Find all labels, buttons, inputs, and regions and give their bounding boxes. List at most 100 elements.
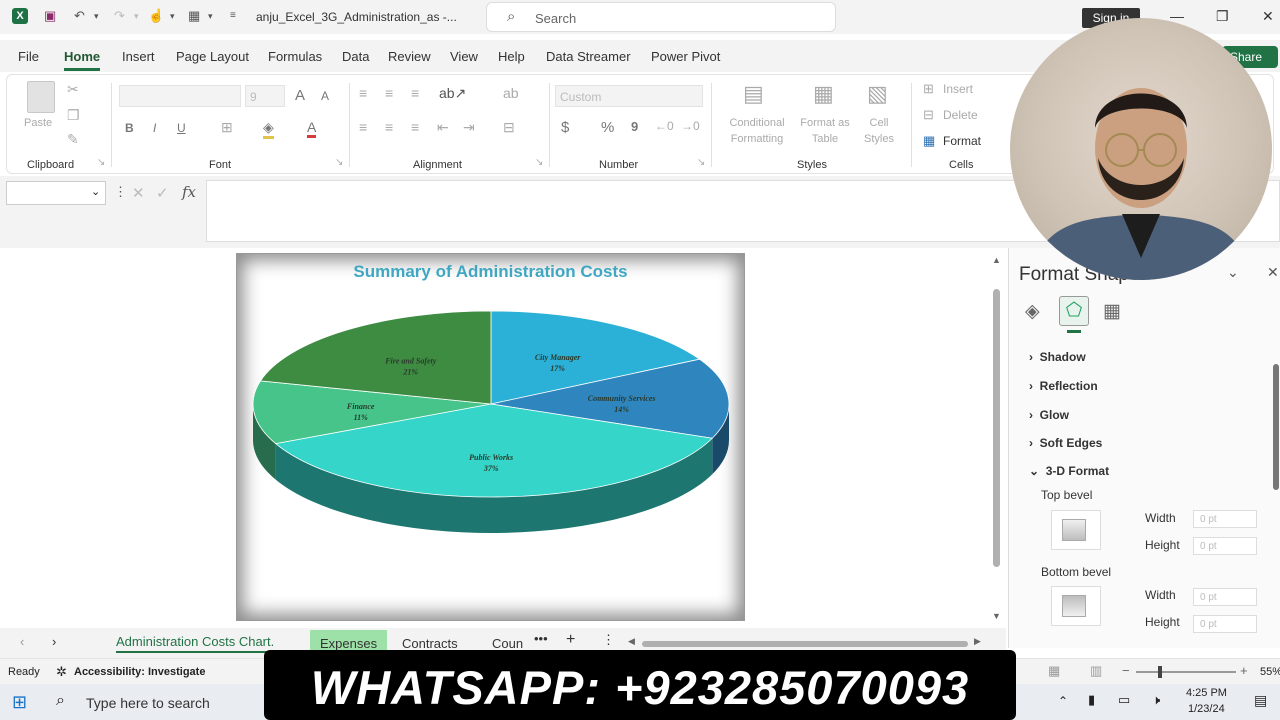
touch-dropdown-icon[interactable]: ▾ <box>170 11 175 22</box>
scroll-down-icon[interactable]: ▼ <box>992 611 1001 621</box>
bottom-bevel-width-input[interactable]: 0 pt <box>1193 588 1257 606</box>
pie-percent-finance[interactable]: 11% <box>354 413 369 422</box>
insert-function-icon[interactable]: fx <box>182 183 196 201</box>
save-icon[interactable]: ▣ <box>44 8 56 24</box>
paste-label[interactable]: Paste <box>24 117 52 129</box>
notification-icon[interactable]: ▤ <box>1254 692 1267 709</box>
conditional-formatting-label[interactable]: Conditional Formatting <box>721 115 793 147</box>
cell-styles-label[interactable]: Cell Styles <box>859 115 899 147</box>
undo-icon[interactable]: ↶ <box>74 8 85 24</box>
tab-page-layout[interactable]: Page Layout <box>176 49 249 64</box>
delete-cells-icon[interactable]: ⊟ <box>923 107 934 123</box>
top-bevel-height-input[interactable]: 0 pt <box>1193 537 1257 555</box>
tab-formulas[interactable]: Formulas <box>268 49 322 64</box>
tab-insert[interactable]: Insert <box>122 49 155 64</box>
section-soft-edges[interactable]: › Soft Edges <box>1029 436 1102 450</box>
format-cells-label[interactable]: Format <box>943 134 981 148</box>
copy-icon[interactable]: ❐ <box>67 107 80 124</box>
touch-mode-icon[interactable]: ☝ <box>148 8 164 24</box>
decrease-font-icon[interactable]: A <box>321 89 329 103</box>
pie-percent-community-services[interactable]: 14% <box>614 405 629 414</box>
bottom-bevel-button[interactable] <box>1051 586 1101 626</box>
pie-percent-fire-and-safety[interactable]: 21% <box>402 368 418 377</box>
usb-icon[interactable]: ▮ <box>1088 692 1095 708</box>
section-shadow[interactable]: › Shadow <box>1029 350 1086 364</box>
more-sheets-icon[interactable]: ••• <box>534 631 548 646</box>
pie-label-finance[interactable]: Finance <box>346 402 375 411</box>
section-3d-format[interactable]: ⌄ 3-D Format <box>1029 464 1109 478</box>
form-icon[interactable]: ▦ <box>188 8 200 24</box>
pie-label-city-manager[interactable]: City Manager <box>535 353 581 362</box>
font-size-box[interactable]: 9 <box>245 85 285 107</box>
currency-button[interactable]: $ <box>561 119 569 136</box>
number-launcher-icon[interactable]: ↘ <box>697 157 705 168</box>
clock-date[interactable]: 1/23/24 <box>1188 703 1225 715</box>
zoom-in-icon[interactable]: + <box>1240 663 1248 678</box>
tab-view[interactable]: View <box>450 49 478 64</box>
page-break-view-icon[interactable]: ▥ <box>1090 663 1102 679</box>
align-center-icon[interactable]: ≡ <box>385 119 393 135</box>
merge-center-icon[interactable]: ⊟ <box>503 119 515 136</box>
align-right-icon[interactable]: ≡ <box>411 119 419 135</box>
horizontal-scrollbar[interactable]: ◀ ▶ <box>628 636 981 648</box>
add-sheet-icon[interactable]: + <box>566 631 575 649</box>
close-icon[interactable]: ✕ <box>1262 8 1274 25</box>
redo-dropdown-icon[interactable]: ▾ <box>134 11 139 22</box>
normal-view-icon[interactable]: ▦ <box>1048 663 1060 679</box>
tab-review[interactable]: Review <box>388 49 431 64</box>
percent-button[interactable]: % <box>601 119 614 136</box>
number-format-box[interactable]: Custom <box>555 85 703 107</box>
delete-cells-label[interactable]: Delete <box>943 108 978 122</box>
volume-mute-icon[interactable]: 🕨 <box>1152 692 1160 708</box>
section-reflection[interactable]: › Reflection <box>1029 379 1098 393</box>
pie-percent-city-manager[interactable]: 17% <box>550 364 565 373</box>
hscroll-left-icon[interactable]: ◀ <box>628 636 635 647</box>
tab-home[interactable]: Home <box>64 49 101 71</box>
pie-percent-public-works[interactable]: 37% <box>483 464 499 473</box>
redo-icon[interactable]: ↷ <box>114 8 125 24</box>
sheet-tab-coun[interactable]: Coun <box>492 636 523 651</box>
customize-qat-icon[interactable]: ≡ <box>230 10 236 21</box>
show-hidden-icons-icon[interactable]: ⌃ <box>1058 694 1068 708</box>
scroll-up-icon[interactable]: ▲ <box>992 255 1001 265</box>
zoom-level[interactable]: 55% <box>1260 666 1280 678</box>
pane-close-icon[interactable]: ✕ <box>1267 264 1279 281</box>
tab-data[interactable]: Data <box>342 49 369 64</box>
wrap-text-icon[interactable]: ab <box>503 85 519 101</box>
undo-dropdown-icon[interactable]: ▾ <box>94 11 99 22</box>
format-painter-icon[interactable]: ✎ <box>67 131 79 148</box>
sheet-tab-contracts[interactable]: Contracts <box>402 636 458 651</box>
cancel-entry-icon[interactable]: ✕ <box>132 184 145 202</box>
top-bevel-button[interactable] <box>1051 510 1101 550</box>
size-properties-icon[interactable]: ▦ <box>1103 300 1121 323</box>
prev-sheet-icon[interactable]: ‹ <box>20 634 24 649</box>
tab-power-pivot[interactable]: Power Pivot <box>651 49 720 64</box>
tab-file[interactable]: File <box>18 49 39 64</box>
zoom-out-icon[interactable]: − <box>1122 663 1130 678</box>
zoom-slider[interactable] <box>1136 666 1236 678</box>
underline-button[interactable]: U <box>177 121 186 135</box>
network-icon[interactable]: ▭ <box>1118 692 1130 708</box>
formula-options-icon[interactable]: ⋮ <box>114 184 127 200</box>
italic-button[interactable]: I <box>153 121 156 135</box>
bottom-align-icon[interactable]: ≡ <box>411 85 419 101</box>
align-left-icon[interactable]: ≡ <box>359 119 367 135</box>
insert-cells-icon[interactable]: ⊞ <box>923 81 934 97</box>
windows-start-icon[interactable]: ⊞ <box>12 692 27 713</box>
clock-time[interactable]: 4:25 PM <box>1186 687 1227 699</box>
pie-chart[interactable]: Summary of Administration Costs City Man… <box>236 253 745 621</box>
pie-chart-plot[interactable]: City Manager 17% Community Services 14% Publ… <box>237 254 746 622</box>
borders-icon[interactable]: ⊞ <box>221 119 233 136</box>
search-box[interactable]: ⌕ Search <box>486 2 836 32</box>
clipboard-launcher-icon[interactable]: ↘ <box>97 157 105 168</box>
alignment-launcher-icon[interactable]: ↘ <box>535 157 543 168</box>
insert-cells-label[interactable]: Insert <box>943 82 973 96</box>
format-as-table-icon[interactable]: ▦ <box>813 81 834 107</box>
fill-line-icon[interactable]: ◈ <box>1025 300 1040 323</box>
middle-align-icon[interactable]: ≡ <box>385 85 393 101</box>
enter-entry-icon[interactable]: ✓ <box>156 184 169 202</box>
pane-scrollbar-thumb[interactable] <box>1273 364 1279 490</box>
next-sheet-icon[interactable]: › <box>52 634 56 649</box>
cell-styles-icon[interactable]: ▧ <box>867 81 888 107</box>
bold-button[interactable]: B <box>125 121 134 135</box>
